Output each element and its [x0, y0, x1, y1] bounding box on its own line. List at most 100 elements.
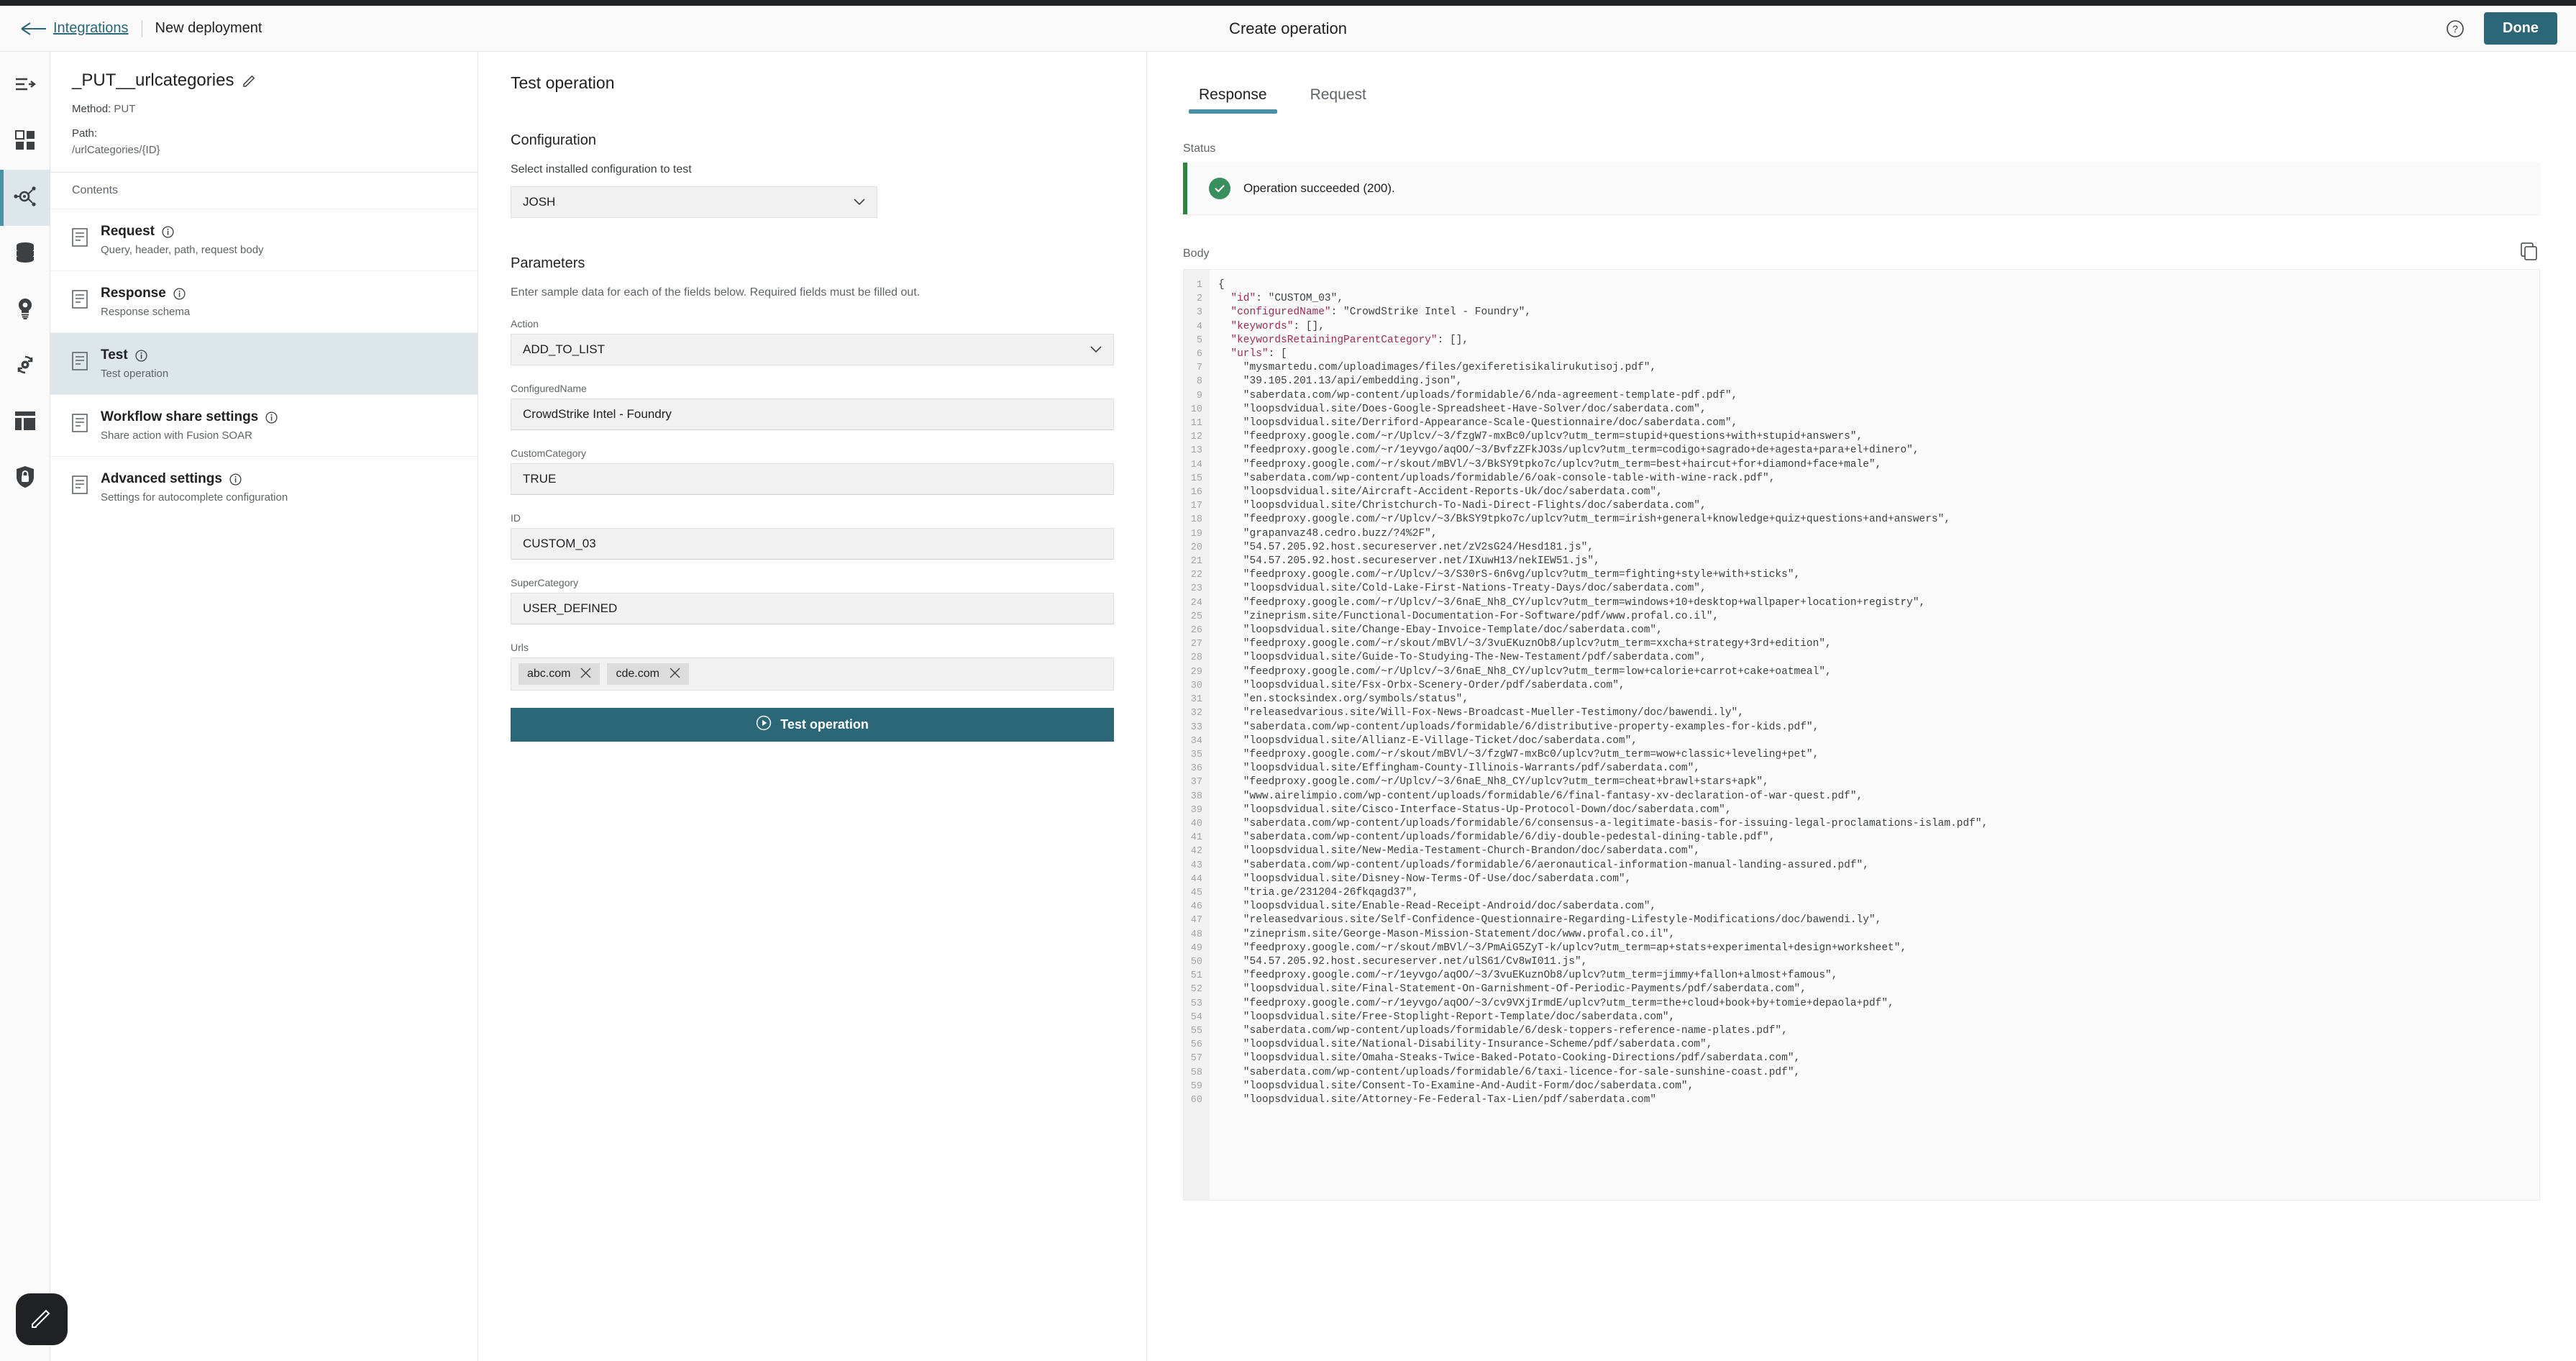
content-item-title-row: Response [101, 286, 190, 301]
document-icon [72, 352, 88, 374]
code-line-numbers: 1 2 3 4 5 6 7 8 9 10 11 12 13 14 15 16 1… [1184, 270, 1210, 1200]
field-action: Action ADD_TO_LIST [511, 318, 1114, 365]
content-item-title: Request [101, 224, 155, 239]
content-item-desc: Response schema [101, 306, 191, 318]
info-icon[interactable] [173, 287, 186, 300]
body-header-row: Body [1183, 242, 2540, 260]
info-icon[interactable] [135, 349, 147, 362]
url-chip-label: cde.com [616, 668, 659, 680]
rail-item-security[interactable] [0, 450, 50, 506]
rail-item-insights[interactable] [0, 282, 50, 338]
operation-title-row: _PUT__urlcategories [72, 70, 456, 91]
edit-pencil-icon [29, 1306, 54, 1334]
configuration-select[interactable]: JOSH [511, 186, 877, 218]
tab-request[interactable]: Request [1294, 82, 1382, 114]
document-icon [72, 414, 88, 436]
content-item-title: Response [101, 286, 166, 301]
content-item-body: Workflow share settings Share action wit… [101, 409, 278, 442]
field-label-configuredname: ConfiguredName [511, 383, 587, 394]
breadcrumb-current: New deployment [155, 20, 262, 36]
field-customcategory: CustomCategory TRUE [511, 447, 1114, 495]
test-operation-button-label: Test operation [780, 717, 869, 732]
rail-item-data[interactable] [0, 226, 50, 282]
rail-item-integrations[interactable] [0, 170, 50, 226]
svg-text:?: ? [2452, 23, 2458, 35]
back-arrow-icon[interactable] [20, 19, 47, 38]
check-circle-icon [1209, 178, 1230, 199]
content-item-request[interactable]: Request Query, header, path, request bod… [50, 209, 478, 270]
rail-item-flow[interactable] [0, 58, 50, 114]
status-label: Status [1183, 142, 1216, 155]
test-operation-heading: Test operation [511, 73, 615, 92]
field-urls: Urls abc.com cde.com [511, 642, 1114, 691]
field-label-action: Action [511, 318, 539, 329]
supercategory-input[interactable]: USER_DEFINED [511, 593, 1114, 624]
url-chip-label: abc.com [527, 668, 571, 680]
breadcrumb-integrations-link[interactable]: Integrations [53, 20, 129, 37]
breadcrumb: Integrations New deployment [53, 19, 262, 37]
contents-label: Contents [72, 184, 119, 196]
customcategory-input[interactable]: TRUE [511, 463, 1114, 495]
window-top-strip [0, 0, 2576, 6]
field-label-supercategory: SuperCategory [511, 577, 579, 588]
page-title: Create operation [1229, 19, 1347, 37]
url-chip: abc.com [519, 663, 600, 685]
content-item-desc: Test operation [101, 368, 169, 380]
header-actions: ? Done [2445, 12, 2557, 45]
field-configuredname: ConfiguredName CrowdStrike Intel - Found… [511, 383, 1114, 430]
close-icon[interactable] [670, 668, 680, 680]
field-id: ID CUSTOM_03 [511, 512, 1114, 560]
test-operation-button[interactable]: Test operation [511, 708, 1114, 742]
method-value: PUT [114, 103, 136, 115]
status-text: Operation succeeded (200). [1243, 181, 1395, 195]
copy-icon[interactable] [2520, 242, 2539, 260]
document-icon [72, 290, 88, 312]
help-question-icon[interactable]: ? [2445, 19, 2465, 39]
rail-item-automation[interactable] [0, 338, 50, 394]
field-label-id: ID [511, 512, 521, 524]
info-icon[interactable] [265, 411, 278, 424]
content-item-test[interactable]: Test Test operation [50, 332, 478, 394]
edit-pencil-icon[interactable] [242, 73, 257, 88]
response-tabs: Response Request [1147, 52, 2576, 114]
id-input[interactable]: CUSTOM_03 [511, 528, 1114, 560]
info-icon[interactable] [162, 225, 174, 238]
response-body-area: Status Operation succeeded (200). Body 1… [1147, 114, 2576, 1201]
method-line: Method: PUT [72, 103, 456, 115]
shield-lock-icon [15, 465, 35, 492]
code-content: { "id": "CUSTOM_03", "configuredName": "… [1218, 279, 1988, 1106]
content-item-workflow-share-settings[interactable]: Workflow share settings Share action wit… [50, 394, 478, 456]
edit-fab-button[interactable] [16, 1293, 68, 1345]
close-icon[interactable] [580, 668, 591, 680]
configuration-heading: Configuration [511, 132, 596, 148]
contents-panel: _PUT__urlcategories Method: PUT Path: /u… [50, 52, 478, 1361]
action-select[interactable]: ADD_TO_LIST [511, 334, 1114, 365]
content-item-title: Workflow share settings [101, 409, 259, 424]
content-item-title-row: Request [101, 224, 264, 240]
content-item-advanced-settings[interactable]: Advanced settings Settings for autocompl… [50, 456, 478, 518]
field-label-customcategory: CustomCategory [511, 447, 587, 459]
content-item-body: Request Query, header, path, request bod… [101, 224, 264, 256]
parameters-help-text: Enter sample data for each of the fields… [511, 286, 921, 299]
flow-icon [14, 75, 36, 97]
done-button[interactable]: Done [2484, 12, 2557, 45]
content-item-response[interactable]: Response Response schema [50, 270, 478, 332]
content-item-body: Test Test operation [101, 347, 168, 380]
field-supercategory: SuperCategory USER_DEFINED [511, 577, 1114, 624]
rail-item-apps[interactable] [0, 114, 50, 170]
page-body: _PUT__urlcategories Method: PUT Path: /u… [0, 52, 2576, 1361]
content-item-title-row: Workflow share settings [101, 409, 278, 425]
content-item-desc: Settings for autocomplete configuration [101, 491, 288, 504]
content-item-body: Response Response schema [101, 286, 190, 318]
body-label: Body [1183, 247, 1210, 260]
response-body-code[interactable]: 1 2 3 4 5 6 7 8 9 10 11 12 13 14 15 16 1… [1183, 269, 2540, 1201]
method-label: Method: [72, 103, 111, 115]
content-item-desc: Query, header, path, request body [101, 244, 264, 256]
configuredname-input[interactable]: CrowdStrike Intel - Foundry [511, 399, 1114, 430]
database-icon [15, 242, 35, 267]
info-icon[interactable] [229, 473, 242, 486]
urls-chip-input[interactable]: abc.com cde.com [511, 657, 1114, 691]
tab-response[interactable]: Response [1183, 82, 1283, 114]
rail-item-layout[interactable] [0, 394, 50, 450]
path-label: Path: [72, 127, 98, 140]
